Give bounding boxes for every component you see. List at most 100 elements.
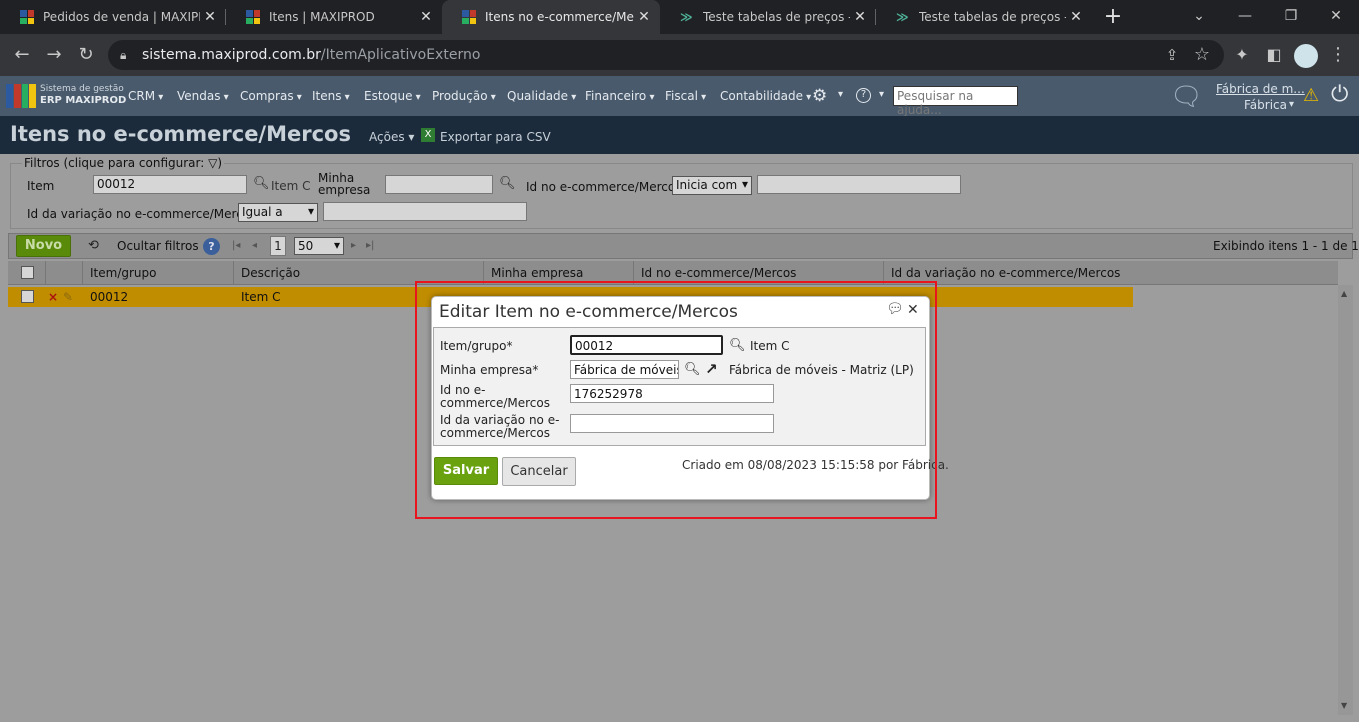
- extensions-icon[interactable]: ✦: [1230, 43, 1254, 67]
- browser-tab-mercos-1[interactable]: ≫ Teste tabelas de preços - MX ✕: [660, 0, 876, 34]
- filter-item-search-icon[interactable]: 🔍︎: [253, 176, 270, 191]
- column-separator: [82, 261, 83, 285]
- filters-legend[interactable]: Filtros (clique para configurar: ▽): [22, 156, 225, 170]
- row-descricao: Item C: [241, 290, 281, 304]
- mercos-logo-icon: ≫: [680, 10, 693, 24]
- back-icon[interactable]: ←: [10, 43, 34, 67]
- close-tab-icon[interactable]: ✕: [634, 9, 654, 25]
- export-csv-link[interactable]: Exportar para CSV: [440, 130, 551, 144]
- chat-bubble-icon[interactable]: 🗨︎: [1170, 82, 1203, 112]
- column-header-empresa[interactable]: Minha empresa: [491, 266, 583, 280]
- maxiprod-logo-icon: [462, 10, 476, 24]
- grid-summary: Exibindo itens 1 - 1 de 1: [1213, 239, 1359, 253]
- filter-idmercos-operator[interactable]: Inicia com: [672, 176, 752, 195]
- restore-icon[interactable]: ❐: [1268, 0, 1314, 34]
- row-item: 00012: [90, 290, 129, 304]
- help-search-input[interactable]: Pesquisar na ajuda...: [893, 86, 1018, 117]
- menu-producao[interactable]: Produção: [432, 89, 496, 103]
- brand-line-1: Sistema de gestão: [40, 84, 124, 94]
- close-tab-icon[interactable]: ✕: [850, 9, 870, 25]
- filter-funnel-icon: ▽: [208, 156, 218, 170]
- menu-vendas[interactable]: Vendas: [177, 89, 229, 103]
- scroll-down-icon[interactable]: ▼: [1341, 701, 1347, 710]
- share-icon[interactable]: ⇪: [1160, 43, 1184, 67]
- excel-icon: X: [421, 128, 435, 142]
- menu-estoque[interactable]: Estoque: [364, 89, 421, 103]
- actions-label: Ações: [369, 130, 405, 144]
- page-size-select[interactable]: 50: [294, 237, 344, 255]
- menu-compras[interactable]: Compras: [240, 89, 302, 103]
- address-bar[interactable]: 🔒︎ sistema.maxiprod.com.br/ItemAplicativ…: [108, 40, 1224, 70]
- grid-help-icon[interactable]: ?: [203, 238, 220, 255]
- browser-tab-itens-ecommerce[interactable]: Itens no e-commerce/Mercos ✕: [442, 0, 660, 34]
- prev-page-icon[interactable]: ◂: [252, 240, 257, 251]
- warning-icon[interactable]: ⚠: [1303, 85, 1319, 106]
- menu-contabilidade[interactable]: Contabilidade: [720, 89, 811, 103]
- url-path: /ItemAplicativoExterno: [320, 47, 481, 63]
- last-page-icon[interactable]: ▸|: [366, 240, 374, 251]
- menu-financeiro[interactable]: Financeiro: [585, 89, 654, 103]
- help-icon[interactable]: ?: [856, 88, 871, 103]
- mercos-logo-icon: ≫: [896, 10, 909, 24]
- browser-menu-icon[interactable]: ⋮: [1326, 43, 1350, 67]
- menu-crm[interactable]: CRM: [128, 89, 163, 103]
- close-tab-icon[interactable]: ✕: [1066, 9, 1086, 25]
- filter-empresa-label: Minha empresa: [318, 172, 370, 196]
- settings-chevron-icon[interactable]: ▾: [838, 89, 843, 100]
- actions-menu[interactable]: Ações ▾: [369, 130, 414, 144]
- annotation-highlight-box: [415, 281, 937, 519]
- column-header-item[interactable]: Item/grupo: [90, 266, 156, 280]
- browser-tab-pedidos[interactable]: Pedidos de venda | MAXIPROD ✕: [0, 0, 226, 34]
- menu-fiscal[interactable]: Fiscal: [665, 89, 706, 103]
- page-number-input[interactable]: 1: [270, 236, 286, 256]
- tab-title: Teste tabelas de preços - MX: [919, 10, 1066, 24]
- column-header-variacao[interactable]: Id da variação no e-commerce/Mercos: [891, 266, 1120, 280]
- filter-variacao-operator[interactable]: Igual a: [238, 203, 318, 222]
- edit-pencil-icon[interactable]: ✎: [63, 290, 73, 304]
- user-chevron-icon[interactable]: ▾: [1289, 99, 1294, 110]
- maxiprod-logo-icon[interactable]: [6, 84, 36, 108]
- next-page-icon[interactable]: ▸: [351, 240, 356, 251]
- browser-tab-mercos-2[interactable]: ≫ Teste tabelas de preços - MX ✕: [876, 0, 1092, 34]
- filters-legend-text: Filtros (clique para configurar:: [24, 156, 205, 170]
- select-all-checkbox[interactable]: [21, 266, 34, 279]
- minimize-icon[interactable]: —: [1222, 0, 1268, 34]
- refresh-icon[interactable]: ⟲: [88, 238, 99, 253]
- new-button[interactable]: Novo: [16, 235, 71, 257]
- filter-item-input[interactable]: 00012: [93, 175, 247, 194]
- hide-filters-button[interactable]: Ocultar filtros: [117, 239, 199, 253]
- filter-variacao-input[interactable]: [323, 202, 527, 221]
- vertical-scrollbar[interactable]: ▲ ▼: [1338, 285, 1353, 715]
- filter-empresa-search-icon[interactable]: 🔍︎: [499, 176, 516, 191]
- power-icon[interactable]: ⏻: [1331, 82, 1348, 107]
- menu-qualidade[interactable]: Qualidade: [507, 89, 576, 103]
- url-host: sistema.maxiprod.com.br: [142, 47, 321, 63]
- side-panel-icon[interactable]: ◧: [1262, 43, 1286, 67]
- row-checkbox[interactable]: [21, 290, 34, 303]
- browser-tab-itens[interactable]: Itens | MAXIPROD ✕: [226, 0, 442, 34]
- column-header-descricao[interactable]: Descrição: [241, 266, 300, 280]
- close-tab-icon[interactable]: ✕: [200, 9, 220, 25]
- user-name[interactable]: Fábrica: [1244, 98, 1287, 112]
- filter-idmercos-input[interactable]: [757, 175, 961, 194]
- forward-icon[interactable]: →: [42, 43, 66, 67]
- help-chevron-icon[interactable]: ▾: [879, 89, 884, 100]
- delete-icon[interactable]: ×: [48, 290, 58, 304]
- reload-icon[interactable]: ↻: [74, 43, 98, 67]
- company-link[interactable]: Fábrica de m...: [1216, 82, 1305, 96]
- tab-title: Pedidos de venda | MAXIPROD: [43, 10, 200, 24]
- first-page-icon[interactable]: |◂: [232, 240, 240, 251]
- scroll-up-icon[interactable]: ▲: [1341, 289, 1347, 298]
- filter-empresa-input[interactable]: [385, 175, 493, 194]
- tab-title: Itens | MAXIPROD: [269, 10, 375, 24]
- lock-icon: 🔒︎: [120, 48, 127, 62]
- column-header-idmercos[interactable]: Id no e-commerce/Mercos: [641, 266, 796, 280]
- menu-itens[interactable]: Itens: [312, 89, 350, 103]
- new-tab-icon[interactable]: +: [1100, 4, 1126, 30]
- close-tab-icon[interactable]: ✕: [416, 9, 436, 25]
- settings-gear-icon[interactable]: ⚙︎: [812, 86, 827, 106]
- bookmark-star-icon[interactable]: ☆: [1190, 43, 1214, 67]
- profile-avatar[interactable]: [1294, 44, 1318, 68]
- tab-search-chevron-icon[interactable]: ⌄: [1176, 0, 1222, 34]
- close-window-icon[interactable]: ✕: [1313, 0, 1359, 34]
